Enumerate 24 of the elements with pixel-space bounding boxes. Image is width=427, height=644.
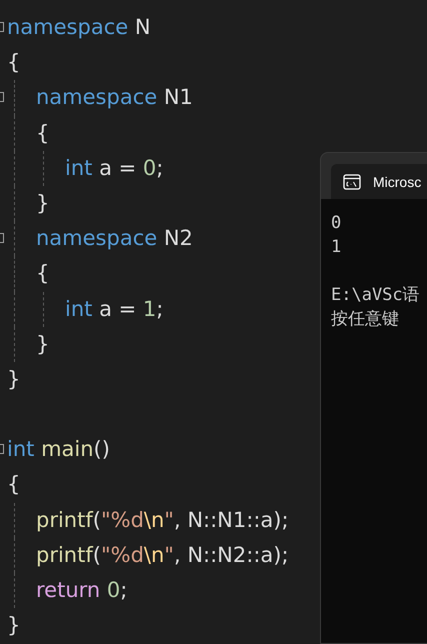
code-line: { (36, 120, 50, 147)
code-line: { (7, 49, 20, 76)
code-line: namespace N2 (36, 225, 193, 252)
code-line: printf("%d\n", N::N2::a); (36, 542, 289, 569)
console-output-line: 1 (331, 236, 342, 259)
console-output-line: 0 (331, 212, 342, 235)
console-output-line: E:\aVSc语 (331, 284, 421, 307)
code-line: } (7, 612, 20, 640)
code-line: int a = 1; (65, 296, 164, 322)
console-tab[interactable]: Microsc (331, 164, 427, 199)
code-line: } (36, 190, 50, 217)
terminal-icon (343, 174, 361, 190)
code-line: } (7, 366, 20, 393)
code-line: { (36, 260, 50, 288)
code-line: { (7, 471, 20, 498)
console-output-line: 按任意键 (331, 308, 400, 331)
code-line: int main() (7, 436, 110, 464)
code-line: int a = 0; (65, 154, 164, 182)
tab-title: Microsc (373, 174, 422, 190)
code-line: namespace N1 (36, 84, 193, 112)
code-line: } (36, 330, 50, 358)
code-line: printf("%d\n", N::N1::a); (36, 506, 289, 534)
code-line: return 0; (36, 577, 128, 604)
code-line: namespace N (7, 14, 151, 41)
